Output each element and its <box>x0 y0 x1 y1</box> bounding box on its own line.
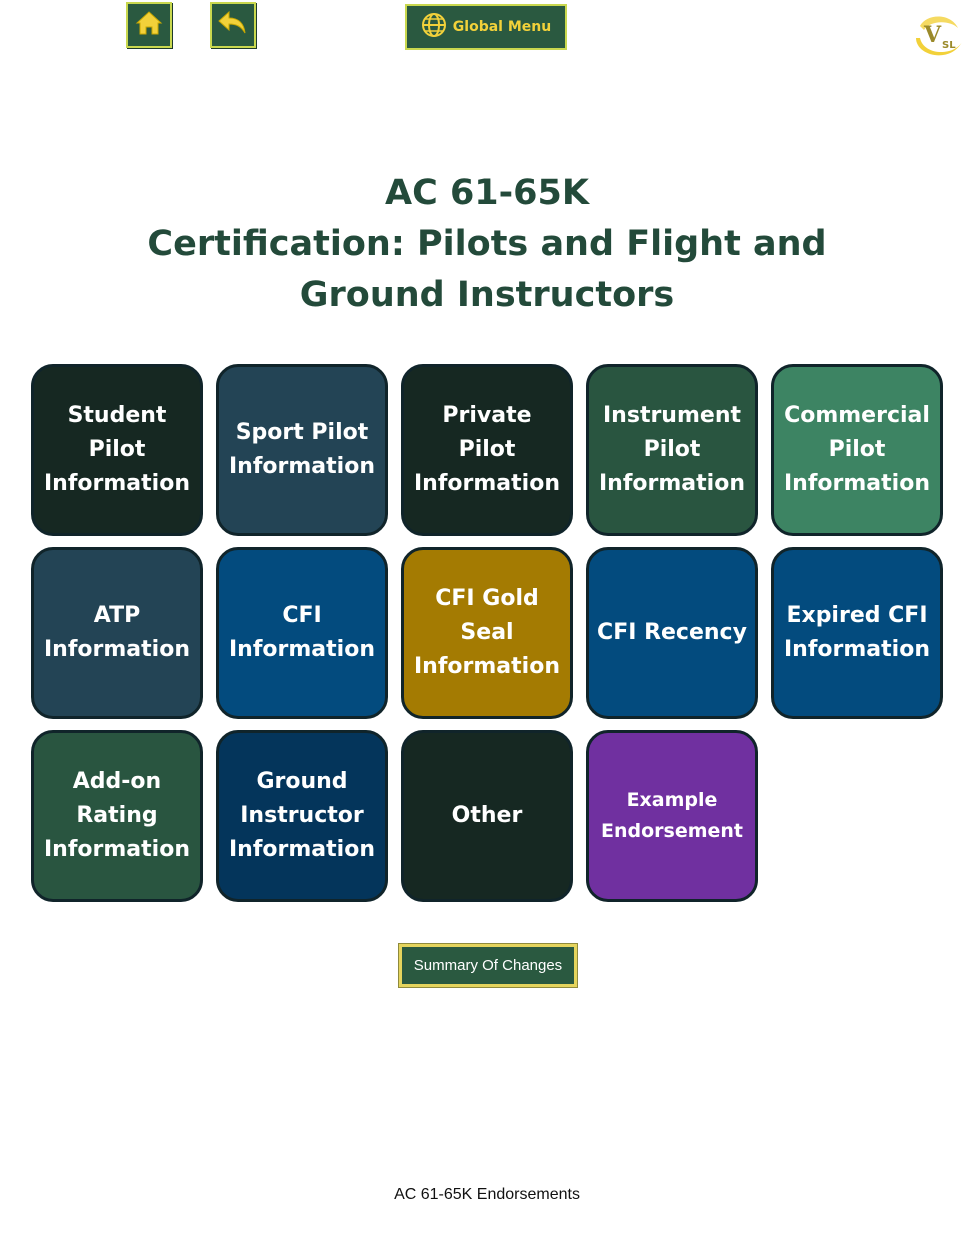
tile-commercial-pilot[interactable]: Commercial Pilot Information <box>771 364 943 536</box>
title-line-1: AC 61-65K <box>384 173 590 213</box>
tile-private-pilot[interactable]: Private Pilot Information <box>401 364 573 536</box>
back-button[interactable] <box>210 2 256 48</box>
back-arrow-icon <box>217 8 249 42</box>
globe-icon <box>421 12 447 42</box>
topic-grid: Student Pilot Information Sport Pilot In… <box>31 364 945 902</box>
tile-cfi-gold-seal[interactable]: CFI Gold Seal Information <box>401 547 573 719</box>
vsl-logo: V SL <box>910 8 966 64</box>
tile-ground-instructor[interactable]: Ground Instructor Information <box>216 730 388 902</box>
logo-letter: V <box>923 22 942 48</box>
tile-expired-cfi[interactable]: Expired CFI Information <box>771 547 943 719</box>
tile-atp[interactable]: ATP Information <box>31 547 203 719</box>
home-icon <box>134 8 164 42</box>
title-line-2: Certification: Pilots and Flight and <box>147 224 827 264</box>
title-line-3: Ground Instructors <box>299 275 675 315</box>
home-button[interactable] <box>126 2 172 48</box>
tile-instrument-pilot[interactable]: Instrument Pilot Information <box>586 364 758 536</box>
footer-text: AC 61-65K Endorsements <box>394 1186 580 1203</box>
tile-cfi[interactable]: CFI Information <box>216 547 388 719</box>
tile-sport-pilot[interactable]: Sport Pilot Information <box>216 364 388 536</box>
tile-add-on-rating[interactable]: Add-on Rating Information <box>31 730 203 902</box>
global-menu-label: Global Menu <box>452 19 552 35</box>
tile-example-endorsement[interactable]: Example Endorsement <box>586 730 758 902</box>
tile-student-pilot[interactable]: Student Pilot Information <box>31 364 203 536</box>
page-title: AC 61-65K Certification: Pilots and Flig… <box>0 168 974 321</box>
tile-other[interactable]: Other <box>401 730 573 902</box>
tile-cfi-recency[interactable]: CFI Recency <box>586 547 758 719</box>
global-menu-button[interactable]: Global Menu <box>405 4 567 50</box>
logo-subtext: SL <box>942 40 956 51</box>
summary-of-changes-button[interactable]: Summary Of Changes <box>398 943 578 988</box>
